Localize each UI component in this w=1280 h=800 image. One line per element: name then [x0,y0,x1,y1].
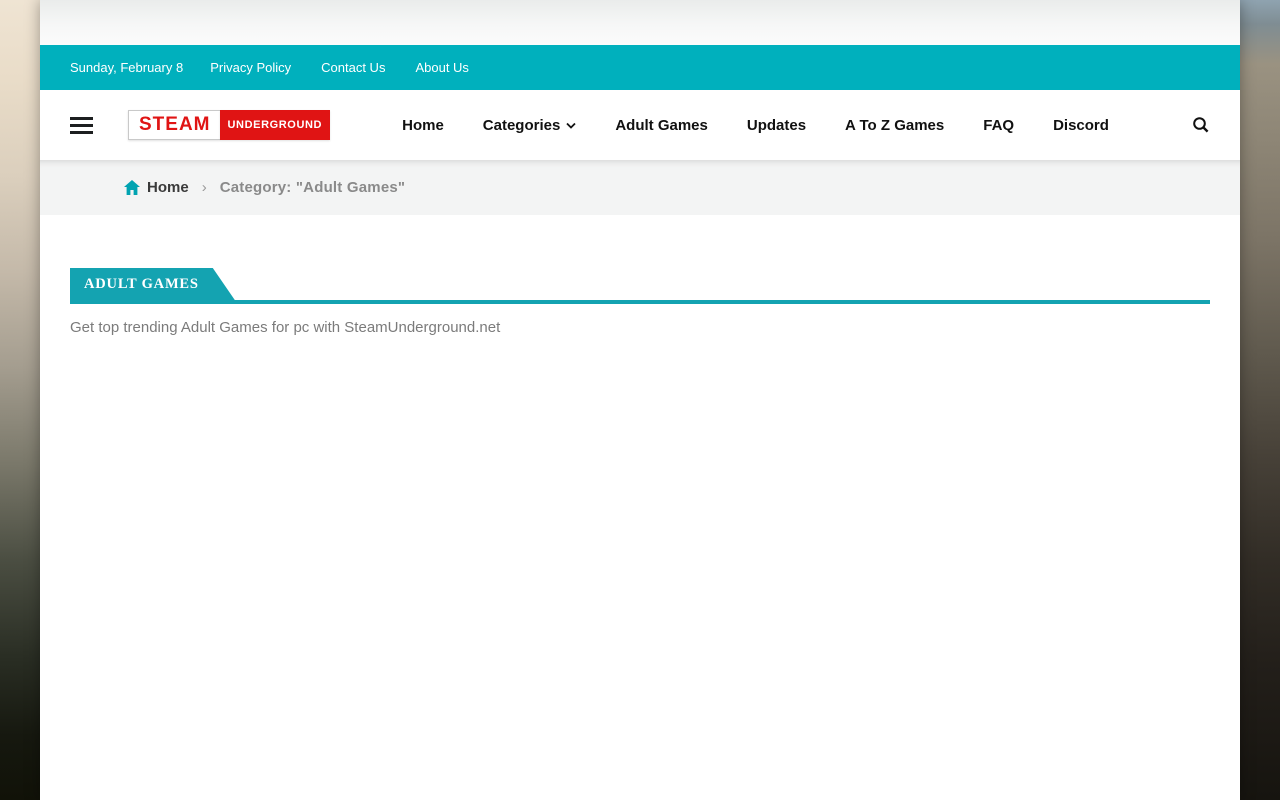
topbar-link-privacy-policy[interactable]: Privacy Policy [210,60,291,75]
breadcrumb-home-link[interactable]: Home [124,179,189,196]
main-content: ADULT GAMES Get top trending Adult Games… [40,215,1240,800]
page-container: Sunday, February 8 Privacy Policy Contac… [40,0,1240,800]
primary-navigation: Home Categories Adult Games Updates A To… [402,117,1109,134]
breadcrumb-current-page: Category: "Adult Games" [220,179,406,196]
nav-item-discord[interactable]: Discord [1053,117,1109,134]
logo-text-underground: UNDERGROUND [220,110,331,140]
nav-item-a-to-z-games[interactable]: A To Z Games [845,117,944,134]
top-info-bar: Sunday, February 8 Privacy Policy Contac… [40,45,1240,90]
main-navbar: STEAM UNDERGROUND Home Categories Adult … [40,90,1240,160]
background-scene-right [1240,0,1280,800]
nav-item-categories[interactable]: Categories [483,117,577,134]
topbar-link-contact-us[interactable]: Contact Us [321,60,385,75]
current-date: Sunday, February 8 [70,60,183,75]
category-title-badge: ADULT GAMES [70,268,235,300]
nav-item-label: Adult Games [615,117,708,134]
nav-item-label: A To Z Games [845,117,944,134]
nav-item-label: Discord [1053,117,1109,134]
chevron-down-icon [566,122,576,129]
nav-item-label: Updates [747,117,806,134]
breadcrumb-separator: › [202,179,207,196]
home-icon [124,180,140,195]
nav-item-updates[interactable]: Updates [747,117,806,134]
logo-text-steam: STEAM [128,110,220,140]
hamburger-menu-icon[interactable] [70,117,93,134]
page-top-spacer [40,0,1240,45]
nav-item-adult-games[interactable]: Adult Games [615,117,708,134]
category-description: Get top trending Adult Games for pc with… [70,319,1210,336]
site-logo[interactable]: STEAM UNDERGROUND [128,110,330,140]
breadcrumb-home-label: Home [147,179,189,196]
search-icon[interactable] [1192,116,1210,134]
topbar-link-about-us[interactable]: About Us [415,60,468,75]
nav-item-faq[interactable]: FAQ [983,117,1014,134]
breadcrumb: Home › Category: "Adult Games" [40,160,1240,215]
category-section-header: ADULT GAMES [70,268,1210,304]
nav-item-label: Categories [483,117,561,134]
nav-item-home[interactable]: Home [402,117,444,134]
nav-item-label: FAQ [983,117,1014,134]
nav-item-label: Home [402,117,444,134]
background-scene-left [0,0,40,800]
